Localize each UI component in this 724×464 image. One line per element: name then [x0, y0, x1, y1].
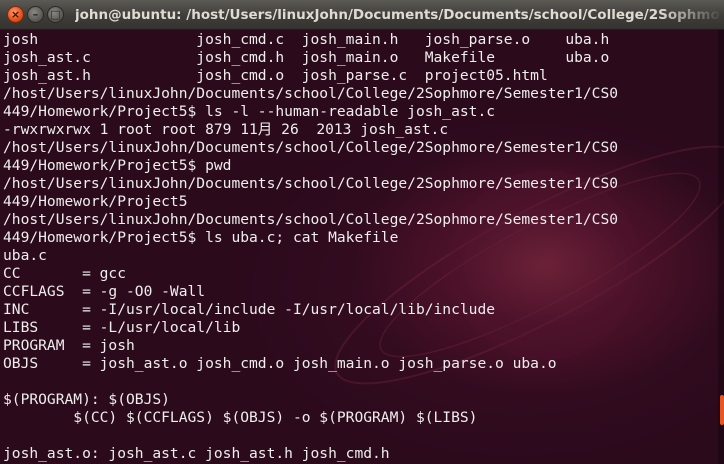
scrollbar-thumb[interactable] [720, 395, 724, 425]
close-icon: × [10, 8, 21, 21]
terminal-line: $(PROGRAM): $(OBJS) [3, 391, 170, 408]
terminal-line: josh_ast.h josh_cmd.o josh_parse.c proje… [3, 67, 548, 84]
terminal-line: /host/Users/linuxJohn/Documents/school/C… [3, 175, 619, 192]
terminal-line: josh josh_cmd.c josh_main.h josh_parse.o… [3, 31, 610, 48]
terminal-output[interactable]: josh josh_cmd.c josh_main.h josh_parse.o… [0, 30, 724, 464]
terminal-line: CCFLAGS = -g -O0 -Wall [3, 283, 206, 300]
terminal-line: /host/Users/linuxJohn/Documents/school/C… [3, 85, 619, 102]
maximize-button[interactable]: □ [47, 6, 64, 23]
scrollbar[interactable] [718, 30, 724, 464]
terminal-line: -rwxrwxrwx 1 root root 879 11月 26 2013 j… [3, 121, 449, 138]
terminal-line: LIBS = -L/usr/local/lib [3, 319, 241, 336]
terminal-line: josh_ast.o: josh_ast.c josh_ast.h josh_c… [3, 445, 390, 462]
maximize-icon: □ [50, 8, 61, 21]
title-bar[interactable]: × – □ john@ubuntu: /host/Users/linuxJohn… [0, 0, 724, 30]
terminal-lines: josh josh_cmd.c josh_main.h josh_parse.o… [3, 31, 618, 463]
terminal-line: OBJS = josh_ast.o josh_cmd.o josh_main.o… [3, 355, 557, 372]
terminal-line: CC = gcc [3, 265, 127, 282]
minimize-icon: – [32, 8, 39, 21]
terminal-line: 449/Homework/Project5$ ls uba.c; cat Mak… [3, 229, 399, 246]
terminal-line: INC = -I/usr/local/include -I/usr/local/… [3, 301, 496, 318]
window-title: john@ubuntu: /host/Users/linuxJohn/Docum… [75, 7, 720, 23]
terminal-line: uba.c [3, 247, 47, 264]
close-button[interactable]: × [7, 6, 24, 23]
terminal-line: /host/Users/linuxJohn/Documents/school/C… [3, 139, 619, 156]
terminal-line: $(CC) $(CCFLAGS) $(OBJS) -o $(PROGRAM) $… [3, 409, 478, 426]
terminal-window: × – □ john@ubuntu: /host/Users/linuxJohn… [0, 0, 724, 464]
minimize-button[interactable]: – [27, 6, 44, 23]
terminal-line: /host/Users/linuxJohn/Documents/school/C… [3, 211, 619, 228]
terminal-line: josh_ast.c josh_cmd.h josh_main.o Makefi… [3, 49, 610, 66]
terminal-line: PROGRAM = josh [3, 337, 135, 354]
terminal-line: 449/Homework/Project5$ ls -l --human-rea… [3, 103, 496, 120]
terminal-line: 449/Homework/Project5$ pwd [3, 157, 232, 174]
terminal-line: 449/Homework/Project5 [3, 193, 188, 210]
